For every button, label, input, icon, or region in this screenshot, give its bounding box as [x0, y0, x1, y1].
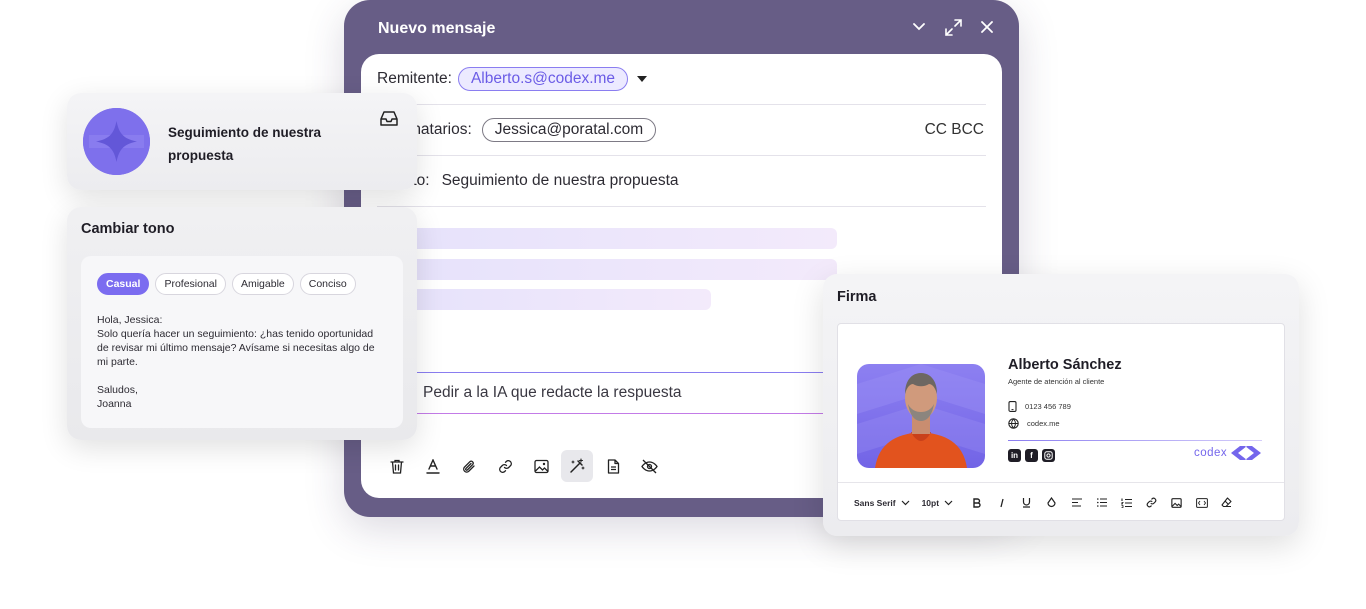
message-body: Solo quería hacer un seguimiento: ¿has t… [97, 328, 375, 368]
font-family-select[interactable]: Sans Serif [854, 498, 910, 508]
signature-title: Firma [837, 289, 877, 305]
tone-message: Hola, Jessica: Solo quería hacer un segu… [97, 313, 387, 411]
bold-icon[interactable] [965, 492, 988, 514]
brand-logo [83, 108, 150, 175]
avatar [857, 364, 985, 468]
recipients-row: Destinatarios: Jessica@poratal.com CC BC… [377, 105, 986, 156]
trash-icon[interactable] [381, 450, 413, 482]
social-links: in f [1008, 449, 1055, 462]
subject-input[interactable]: Seguimiento de nuestra propuesta [442, 172, 679, 190]
stage: Nuevo mensaje Remitente: Alberto.s@codex… [0, 0, 1366, 609]
codex-brand: codex [1194, 446, 1262, 460]
image-icon[interactable] [1165, 492, 1188, 514]
message-closing: Saludos, [97, 384, 138, 396]
ai-wand-icon[interactable] [561, 450, 593, 482]
font-size-value: 10pt [921, 497, 940, 508]
body-placeholder-line [401, 259, 837, 280]
body-placeholder-line [401, 289, 711, 310]
tab-casual[interactable]: Casual [97, 273, 150, 295]
numbered-list-icon[interactable] [1115, 492, 1138, 514]
window-controls [909, 16, 997, 38]
subject-row: Asunto: Seguimiento de nuestra propuesta [377, 156, 986, 207]
signature-card: Firma Alberto Sánchez Agente de atención… [823, 274, 1299, 536]
italic-icon[interactable] [990, 492, 1013, 514]
phone-text: 0123 456 789 [1025, 402, 1071, 411]
message-signoff: Joanna [97, 398, 132, 410]
attach-icon[interactable] [453, 450, 485, 482]
sender-dropdown-icon[interactable] [637, 76, 648, 82]
globe-icon [1008, 418, 1019, 429]
close-icon[interactable] [977, 16, 997, 38]
signature-toolbar: Sans Serif 10pt [838, 482, 1284, 522]
linkedin-icon[interactable]: in [1008, 449, 1021, 462]
signature-divider [1008, 440, 1262, 441]
signature-name: Alberto Sánchez [1008, 357, 1122, 373]
compose-title: Nuevo mensaje [378, 20, 496, 37]
chevron-down-icon [901, 500, 910, 505]
tone-card: Cambiar tono Casual Profesional Amigable… [67, 207, 417, 440]
document-icon[interactable] [597, 450, 629, 482]
signature-website: codex.me [1008, 418, 1060, 429]
recipient-chip[interactable]: Jessica@poratal.com [481, 118, 657, 142]
tone-title: Cambiar tono [81, 221, 175, 237]
body-placeholder-line [401, 228, 837, 249]
image-icon[interactable] [525, 450, 557, 482]
inbox-icon[interactable] [379, 110, 399, 132]
signature-editor[interactable]: Alberto Sánchez Agente de atención al cl… [837, 323, 1285, 521]
align-left-icon[interactable] [1065, 492, 1088, 514]
phone-icon [1008, 401, 1017, 412]
font-family-value: Sans Serif [854, 497, 896, 508]
website-text: codex.me [1027, 419, 1060, 428]
chevron-down-icon [944, 500, 953, 505]
bullet-list-icon[interactable] [1090, 492, 1113, 514]
link-icon[interactable] [489, 450, 521, 482]
tone-panel: Casual Profesional Amigable Conciso Hola… [81, 256, 403, 428]
underline-icon[interactable] [1015, 492, 1038, 514]
fill-color-icon[interactable] [1040, 492, 1063, 514]
signature-phone: 0123 456 789 [1008, 401, 1071, 412]
tab-amigable[interactable]: Amigable [231, 273, 294, 295]
instagram-icon[interactable] [1042, 449, 1055, 462]
facebook-icon[interactable]: f [1025, 449, 1038, 462]
cc-bcc-toggle[interactable]: CC BCC [925, 121, 984, 139]
ai-prompt-input[interactable]: Pedir a la IA que redacte la respuesta [405, 372, 825, 414]
text-color-icon[interactable] [417, 450, 449, 482]
eraser-icon[interactable] [1215, 492, 1238, 514]
sender-label: Remitente: [377, 70, 452, 87]
hide-icon[interactable] [633, 450, 665, 482]
signature-role: Agente de atención al cliente [1008, 377, 1105, 386]
minimize-icon[interactable] [909, 16, 929, 38]
message-greeting: Hola, Jessica: [97, 314, 163, 326]
sender-row: Remitente: Alberto.s@codex.me [377, 54, 986, 105]
tone-tabs: Casual Profesional Amigable Conciso [97, 273, 356, 295]
link-icon[interactable] [1140, 492, 1163, 514]
font-size-select[interactable]: 10pt [922, 498, 953, 508]
notification-card[interactable]: Seguimiento de nuestra propuesta [67, 93, 417, 190]
notification-title: Seguimiento de nuestra propuesta [168, 125, 322, 163]
code-icon[interactable] [1190, 492, 1213, 514]
tab-profesional[interactable]: Profesional [155, 273, 226, 295]
compose-toolbar [381, 450, 665, 482]
tab-conciso[interactable]: Conciso [299, 273, 356, 295]
brand-text: codex [1194, 447, 1228, 459]
codex-logo-icon [1231, 446, 1262, 460]
sender-chip[interactable]: Alberto.s@codex.me [457, 67, 629, 91]
expand-icon[interactable] [943, 16, 963, 38]
